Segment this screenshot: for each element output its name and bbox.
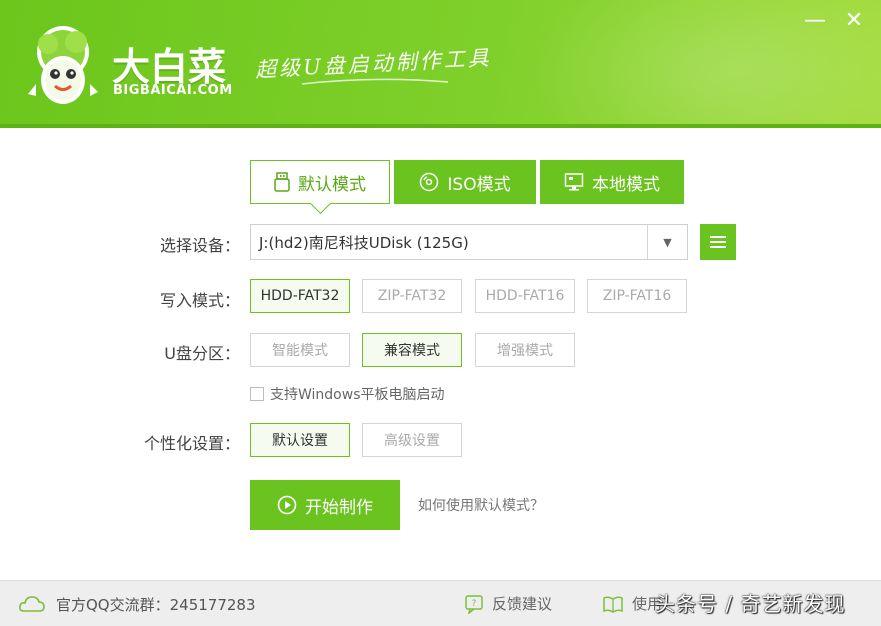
advanced-settings-button[interactable]: 高级设置 xyxy=(362,423,462,457)
menu-icon-line xyxy=(710,246,726,248)
disc-icon xyxy=(420,172,439,192)
feedback-link[interactable]: ? 反馈建议 xyxy=(464,593,552,614)
write-mode-zip-fat16[interactable]: ZIP-FAT16 xyxy=(587,279,687,313)
write-mode-hdd-fat16[interactable]: HDD-FAT16 xyxy=(475,279,575,313)
tab-iso-mode[interactable]: ISO模式 xyxy=(394,160,536,204)
custom-settings-label: 个性化设置： xyxy=(143,434,240,453)
cabbage-mascot-logo xyxy=(28,26,98,104)
close-button[interactable]: ✕ xyxy=(840,8,868,33)
help-link[interactable]: 如何使用默认模式？ xyxy=(418,495,544,515)
start-button-label: 开始制作 xyxy=(305,497,373,518)
device-select-value: J:(hd2)南尼科技UDisk (125G) xyxy=(259,233,469,252)
qq-group-info: 官方QQ交流群：245177283 xyxy=(18,593,256,615)
tab-default-mode[interactable]: 默认模式 xyxy=(250,160,390,204)
tab-default-mode-label: 默认模式 xyxy=(298,174,366,195)
feedback-icon: ? xyxy=(465,594,483,614)
chevron-down-icon[interactable]: ▼ xyxy=(647,225,687,259)
tab-local-mode-label: 本地模式 xyxy=(592,174,660,195)
tab-local-mode[interactable]: 本地模式 xyxy=(540,160,684,204)
minimize-button[interactable]: — xyxy=(801,8,829,33)
menu-icon-line xyxy=(710,241,726,243)
qq-cloud-icon xyxy=(19,596,45,612)
device-label: 选择设备： xyxy=(159,236,240,255)
tab-iso-mode-label: ISO模式 xyxy=(447,174,511,195)
windows-tablet-option[interactable]: 支持Windows平板电脑启动 xyxy=(250,384,445,404)
partition-enhanced[interactable]: 增强模式 xyxy=(475,333,575,367)
write-mode-label: 写入模式： xyxy=(159,291,240,310)
book-icon xyxy=(603,595,623,613)
windows-tablet-label: 支持Windows平板电脑启动 xyxy=(270,387,445,403)
svg-text:?: ? xyxy=(472,599,477,609)
slogan-swash-decoration xyxy=(301,78,449,85)
watermark: 头条号 / 奇艺新发现 xyxy=(655,592,846,616)
partition-compatible[interactable]: 兼容模式 xyxy=(362,333,462,367)
monitor-icon xyxy=(564,173,584,191)
menu-icon-line xyxy=(710,236,726,238)
brand-domain: BIGBAICAI.COM xyxy=(113,83,233,98)
partition-label: U盘分区： xyxy=(164,344,240,363)
default-settings-button[interactable]: 默认设置 xyxy=(250,423,350,457)
title-bar: 大白菜 BIGBAICAI.COM 超级U盘启动制作工具 — ✕ xyxy=(0,0,881,128)
mode-tabs: 默认模式 ISO模式 本地模式 xyxy=(250,160,684,204)
partition-smart[interactable]: 智能模式 xyxy=(250,333,350,367)
usb-icon xyxy=(274,172,290,192)
windows-tablet-checkbox[interactable] xyxy=(250,387,264,401)
write-mode-zip-fat32[interactable]: ZIP-FAT32 xyxy=(362,279,462,313)
play-icon xyxy=(277,495,297,515)
qq-group-text: 官方QQ交流群：245177283 xyxy=(56,595,256,614)
feedback-label: 反馈建议 xyxy=(492,595,553,613)
device-select[interactable]: J:(hd2)南尼科技UDisk (125G) ▼ xyxy=(250,224,688,260)
write-mode-hdd-fat32[interactable]: HDD-FAT32 xyxy=(250,279,350,313)
start-button[interactable]: 开始制作 xyxy=(250,480,400,530)
tutorial-link[interactable]: 使用 xyxy=(602,593,662,614)
menu-button[interactable] xyxy=(700,224,736,260)
